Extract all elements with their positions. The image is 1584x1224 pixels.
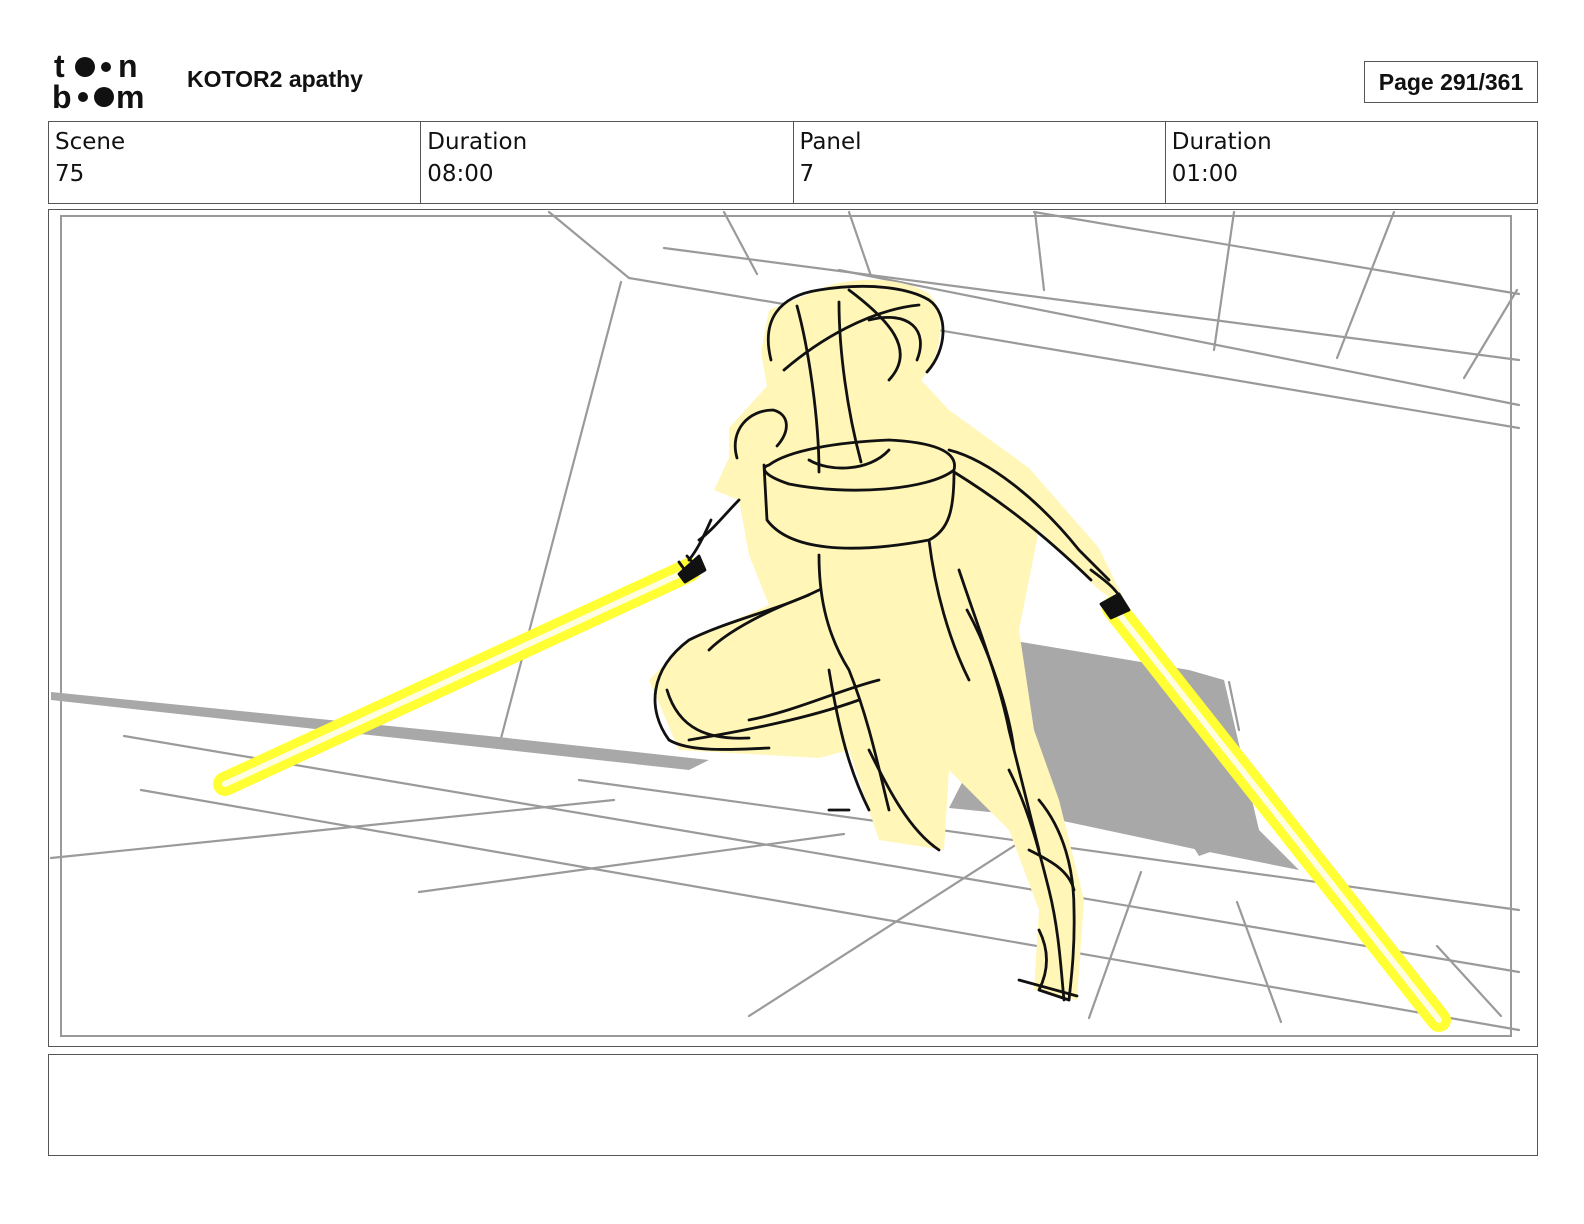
svg-text:b: b	[52, 79, 72, 112]
scene-value: 75	[55, 161, 85, 187]
scene-duration-label: Duration	[427, 129, 528, 155]
scene-duration-cell: Duration 08:00	[421, 122, 794, 203]
panel-label: Panel	[799, 129, 862, 155]
toon-boom-logo: t n b m	[52, 50, 144, 112]
panel-duration-cell: Duration 01:00	[1166, 122, 1537, 203]
project-title: KOTOR2 apathy	[187, 66, 363, 92]
scene-info-row: Scene 75 Duration 08:00 Panel 7 Duration…	[48, 121, 1538, 204]
scene-cell: Scene 75	[49, 122, 422, 203]
panel-sketch	[49, 210, 1521, 1037]
panel-duration-label: Duration	[1171, 129, 1272, 155]
page-indicator: Page 291/361	[1364, 61, 1538, 103]
panel-cell: Panel 7	[794, 122, 1166, 203]
scene-label: Scene	[55, 129, 126, 155]
svg-text:m: m	[116, 79, 144, 112]
panel-notes-box	[48, 1054, 1538, 1156]
panel-duration-value: 01:00	[1171, 161, 1239, 187]
storyboard-panel	[48, 209, 1538, 1047]
scene-duration-value: 08:00	[427, 161, 494, 187]
panel-value: 7	[799, 161, 815, 187]
